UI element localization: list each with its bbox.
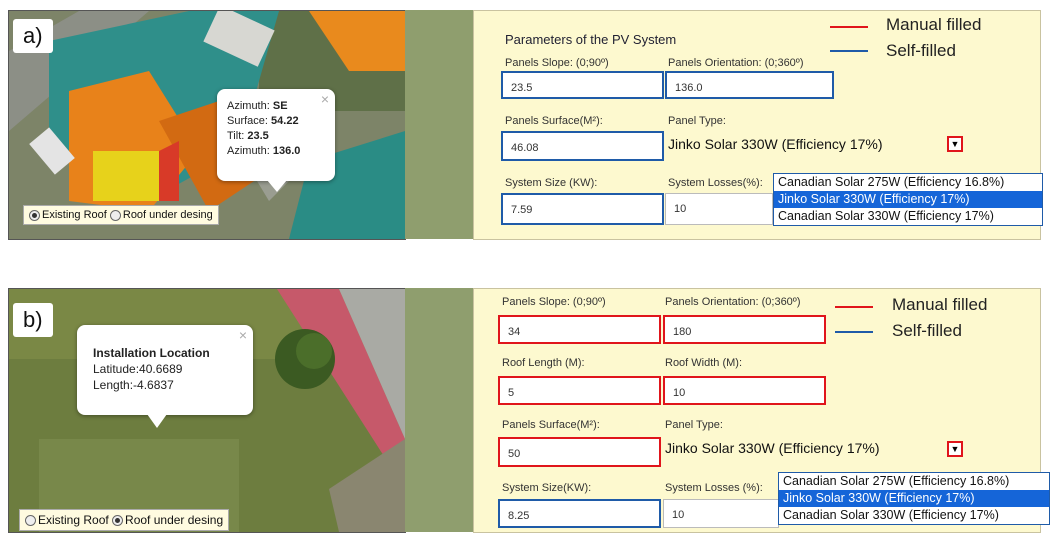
azimuth-direction: SE <box>272 100 288 112</box>
manual-legend-line <box>835 306 873 308</box>
system-size-label: System Size (KW): <box>505 177 598 189</box>
length-text: Length:-4.6837 <box>93 378 174 392</box>
option-jinko-330[interactable]: Jinko Solar 330W (Efficiency 17%) <box>779 490 1049 507</box>
surface-input[interactable]: 50 <box>498 437 661 467</box>
roof-under-design-label: Roof under desing <box>125 513 224 527</box>
self-legend-label: Self-filled <box>886 41 956 60</box>
system-losses-label: System Losses(%): <box>668 177 763 189</box>
latitude-text: Latitude:40.6689 <box>93 362 183 376</box>
orientation-label: Panels Orientation: (0;360º) <box>668 57 804 69</box>
roof-width-input[interactable]: 10 <box>663 376 826 405</box>
manual-legend-label: Manual filled <box>892 295 988 314</box>
option-canadian-330[interactable]: Canadian Solar 330W (Efficiency 17%) <box>779 507 1049 524</box>
slope-label: Panels Slope: (0;90º) <box>502 296 606 308</box>
panel-type-select[interactable]: Jinko Solar 330W (Efficiency 17%) <box>665 440 880 456</box>
close-icon[interactable]: × <box>239 327 247 343</box>
panel-type-label: Panel Type: <box>668 115 726 127</box>
existing-roof-label: Existing Roof <box>38 513 109 527</box>
orientation-label: Panels Orientation: (0;360º) <box>665 296 801 308</box>
surface-label: Surface: <box>227 115 268 127</box>
tilt-value: 23.5 <box>247 130 269 142</box>
azimuth-deg-label: Azimuth: <box>227 145 270 157</box>
option-canadian-275[interactable]: Canadian Solar 275W (Efficiency 16.8%) <box>779 473 1049 490</box>
system-losses-input[interactable]: 10 <box>663 499 779 528</box>
form-title: Parameters of the PV System <box>505 32 677 47</box>
option-canadian-330[interactable]: Canadian Solar 330W (Efficiency 17%) <box>774 208 1042 225</box>
orientation-input[interactable]: 136.0 <box>665 71 834 99</box>
existing-roof-radio[interactable] <box>25 515 36 527</box>
popup-pointer <box>147 414 167 428</box>
panel-type-label: Panel Type: <box>665 419 723 431</box>
dropdown-arrow-icon[interactable]: ▼ <box>947 136 963 152</box>
existing-roof-radio[interactable] <box>29 209 40 221</box>
panel-a-label: a) <box>13 19 53 53</box>
system-size-input[interactable]: 7.59 <box>501 193 664 225</box>
slope-input[interactable]: 34 <box>498 315 661 344</box>
system-losses-label: System Losses (%): <box>665 482 763 494</box>
roof-width-label: Roof Width (M): <box>665 357 743 369</box>
self-legend-label: Self-filled <box>892 321 962 340</box>
surface-label: Panels Surface(M²): <box>505 115 603 127</box>
slope-label: Panels Slope: (0;90º) <box>505 57 609 69</box>
existing-roof-label: Existing Roof <box>42 209 107 221</box>
self-legend-line <box>830 50 868 52</box>
slope-input[interactable]: 23.5 <box>501 71 664 99</box>
divider-bar-a <box>405 10 473 239</box>
manual-legend-line <box>830 26 868 28</box>
map-view-b[interactable]: b) × Installation Location Latitude:40.6… <box>8 288 406 533</box>
self-legend-line <box>835 331 873 333</box>
option-jinko-330[interactable]: Jinko Solar 330W (Efficiency 17%) <box>774 191 1042 208</box>
map-view-a[interactable]: a) × Azimuth: SE Surface: 54.22 Tilt: 23… <box>8 10 406 240</box>
option-canadian-275[interactable]: Canadian Solar 275W (Efficiency 16.8%) <box>774 174 1042 191</box>
popup-pointer <box>267 180 287 192</box>
location-info-popup: × Installation Location Latitude:40.6689… <box>77 325 253 428</box>
system-size-label: System Size(KW): <box>502 482 592 494</box>
orientation-input[interactable]: 180 <box>663 315 826 344</box>
close-icon[interactable]: × <box>321 91 329 107</box>
panel-type-select[interactable]: Jinko Solar 330W (Efficiency 17%) <box>668 136 883 152</box>
azimuth-label: Azimuth: <box>227 100 270 112</box>
surface-input[interactable]: 46.08 <box>501 131 664 161</box>
system-size-input[interactable]: 8.25 <box>498 499 661 528</box>
roof-length-label: Roof Length (M): <box>502 357 585 369</box>
roof-type-selector-b: Existing Roof Roof under desing <box>19 509 230 531</box>
manual-legend-label: Manual filled <box>886 15 982 34</box>
surface-value: 54.22 <box>271 115 299 127</box>
roof-info-popup: × Azimuth: SE Surface: 54.22 Tilt: 23.5 … <box>217 89 335 192</box>
panel-b-label: b) <box>13 303 53 337</box>
system-losses-input[interactable]: 10 <box>665 193 773 225</box>
roof-under-design-radio[interactable] <box>109 209 121 221</box>
divider-bar-b <box>405 288 473 532</box>
dropdown-arrow-icon[interactable]: ▼ <box>947 441 963 457</box>
tilt-label: Tilt: <box>227 130 245 142</box>
surface-label: Panels Surface(M²): <box>502 419 600 431</box>
azimuth-deg-value: 136.0 <box>272 145 301 157</box>
panel-type-options-a: Canadian Solar 275W (Efficiency 16.8%) J… <box>773 173 1043 226</box>
panel-type-options-b: Canadian Solar 275W (Efficiency 16.8%) J… <box>778 472 1050 525</box>
roof-under-design-radio[interactable] <box>112 515 124 527</box>
roof-type-selector-a: Existing Roof Roof under desing <box>23 205 219 225</box>
roof-under-design-label: Roof under desing <box>122 209 213 221</box>
location-title: Installation Location <box>93 346 210 360</box>
roof-length-input[interactable]: 5 <box>498 376 661 405</box>
